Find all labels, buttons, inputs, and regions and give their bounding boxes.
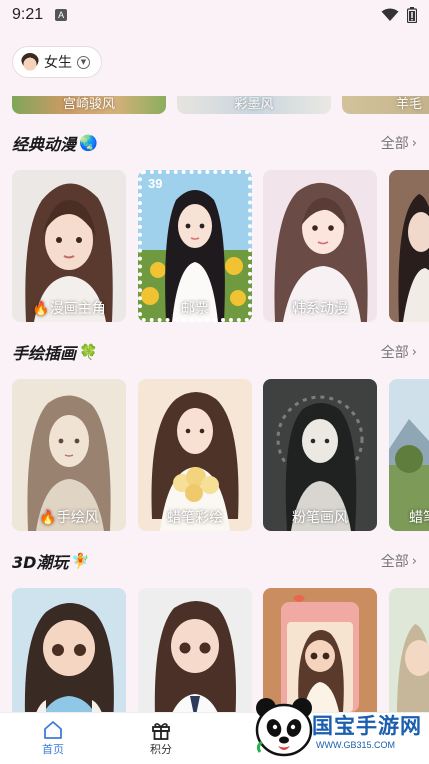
style-card-label: 粉笔画风 <box>292 510 348 526</box>
chevron-right-icon: › <box>411 553 417 569</box>
style-card[interactable]: 蜡笔 <box>389 379 429 531</box>
stamp-value: 39 <box>148 176 163 191</box>
gift-icon <box>152 723 170 740</box>
panda-logo <box>255 698 313 757</box>
section-header-3d-toys: 3D潮玩 🧚 全部 › <box>12 548 417 574</box>
clover-icon: 🍀 <box>79 343 98 361</box>
wifi-icon <box>381 8 399 21</box>
fairy-icon: 🧚 <box>71 552 91 570</box>
style-card-label: 🔥手绘风 <box>39 510 99 526</box>
style-card-label: 蜡笔彩绘 <box>167 510 223 526</box>
style-card[interactable]: 宫崎骏风 <box>12 96 166 114</box>
see-all-link[interactable]: 全部 › <box>381 133 417 153</box>
see-all-label: 全部 <box>380 136 409 152</box>
style-card[interactable]: 彩墨风 <box>177 96 331 114</box>
previous-section-row: 宫崎骏风 彩墨风 羊毛 <box>0 96 429 114</box>
home-icon <box>44 721 62 739</box>
status-indicators <box>381 7 417 23</box>
style-card[interactable]: 🔥手绘风 <box>12 379 126 531</box>
watermark-url: WWW.GB315.COM <box>316 740 396 750</box>
card-row-hand-drawn: 🔥手绘风 蜡笔彩绘 粉笔画风 蜡笔 <box>0 379 429 533</box>
section-title: 经典动漫 <box>12 135 77 154</box>
style-card[interactable] <box>138 588 252 712</box>
see-all-label: 全部 <box>380 345 409 361</box>
style-card[interactable]: 羊毛 <box>342 96 429 114</box>
style-card-label: 羊毛 <box>396 97 423 112</box>
see-all-link[interactable]: 全部 › <box>381 342 417 362</box>
style-card[interactable] <box>389 170 429 322</box>
notification-badge: A <box>55 9 68 21</box>
style-card-label: 邮票 <box>181 301 209 317</box>
status-time: 9:21 <box>12 6 44 23</box>
style-card-label: 宫崎骏风 <box>62 97 115 112</box>
style-card[interactable]: 粉笔画风 <box>263 379 377 531</box>
battery-icon <box>407 7 417 23</box>
watermark: 国宝手游网 WWW.GB315.COM <box>252 690 424 762</box>
gender-label: 女生 <box>44 55 72 71</box>
nav-points-label: 积分 <box>150 743 172 756</box>
section-header-hand-drawn: 手绘插画 🍀 全部 › <box>12 339 417 365</box>
section-title: 手绘插画 <box>12 344 77 363</box>
status-bar: 9:21 A <box>0 0 429 30</box>
gender-selector[interactable]: 女生 ▼ <box>12 46 102 78</box>
style-card[interactable]: 39 邮票 <box>138 170 252 322</box>
section-title: 3D潮玩 <box>12 553 69 572</box>
portrait-image <box>389 170 429 322</box>
nav-home[interactable]: 首页 <box>23 719 83 757</box>
style-card[interactable] <box>12 588 126 712</box>
style-card[interactable]: 🔥漫画主角 <box>12 170 126 322</box>
card-row-classic-anime: 🔥漫画主角 39 邮票 韩系动漫 <box>0 170 429 324</box>
girl-avatar-icon <box>21 53 39 71</box>
section-header-classic-anime: 经典动漫 🌏 全部 › <box>12 130 417 156</box>
portrait-image <box>138 588 252 712</box>
chevron-right-icon: › <box>411 344 417 360</box>
see-all-link[interactable]: 全部 › <box>381 551 417 571</box>
portrait-image <box>12 588 126 712</box>
style-card-label: 🔥漫画主角 <box>32 301 106 317</box>
chevron-right-icon: › <box>411 135 417 151</box>
style-card-label: 彩墨风 <box>234 97 274 112</box>
nav-points[interactable]: 积分 <box>131 719 191 757</box>
nav-home-label: 首页 <box>42 743 64 756</box>
see-all-label: 全部 <box>380 554 409 570</box>
style-card[interactable]: 韩系动漫 <box>263 170 377 322</box>
globe-icon: 🌏 <box>79 134 98 152</box>
watermark-brand: 国宝手游网 <box>312 714 422 738</box>
style-card[interactable]: 蜡笔彩绘 <box>138 379 252 531</box>
style-card-label: 蜡笔 <box>409 510 429 526</box>
chevron-down-icon: ▼ <box>77 55 90 69</box>
style-card-label: 韩系动漫 <box>292 301 348 317</box>
